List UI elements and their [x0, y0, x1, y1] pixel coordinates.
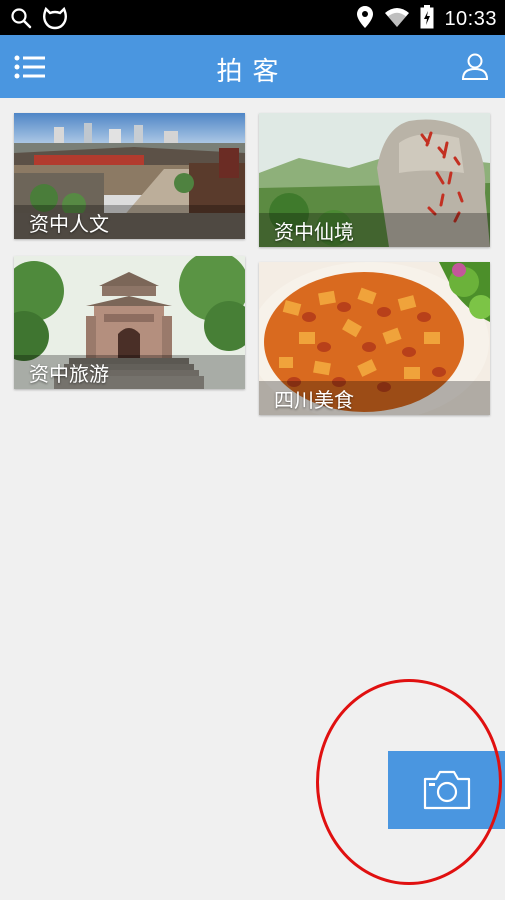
card-label: 资中旅游: [29, 362, 109, 386]
card-sichuan-food[interactable]: 四川美食: [259, 262, 490, 415]
cat-face-icon: [42, 6, 68, 34]
clock: 10:33: [444, 7, 497, 30]
status-bar: 10:33: [0, 0, 505, 35]
card-label: 资中人文: [29, 212, 109, 236]
wifi-icon: [384, 6, 410, 32]
page-title: 拍客: [216, 57, 289, 87]
card-caption: 资中旅游: [14, 355, 245, 389]
card-caption: 四川美食: [259, 381, 490, 415]
user-icon[interactable]: [461, 52, 489, 84]
card-fairyland[interactable]: 资中仙境: [259, 113, 490, 247]
card-caption: 资中人文: [14, 205, 245, 239]
battery-icon: [420, 5, 434, 33]
app-bar: 拍客: [0, 35, 505, 98]
camera-button[interactable]: [388, 751, 505, 829]
card-label: 资中仙境: [274, 220, 354, 244]
card-tourism[interactable]: 资中旅游: [14, 256, 245, 389]
location-pin-icon: [356, 5, 374, 33]
search-icon: [10, 7, 32, 33]
card-culture[interactable]: 资中人文: [14, 113, 245, 239]
card-caption: 资中仙境: [259, 213, 490, 247]
card-label: 四川美食: [274, 388, 354, 412]
